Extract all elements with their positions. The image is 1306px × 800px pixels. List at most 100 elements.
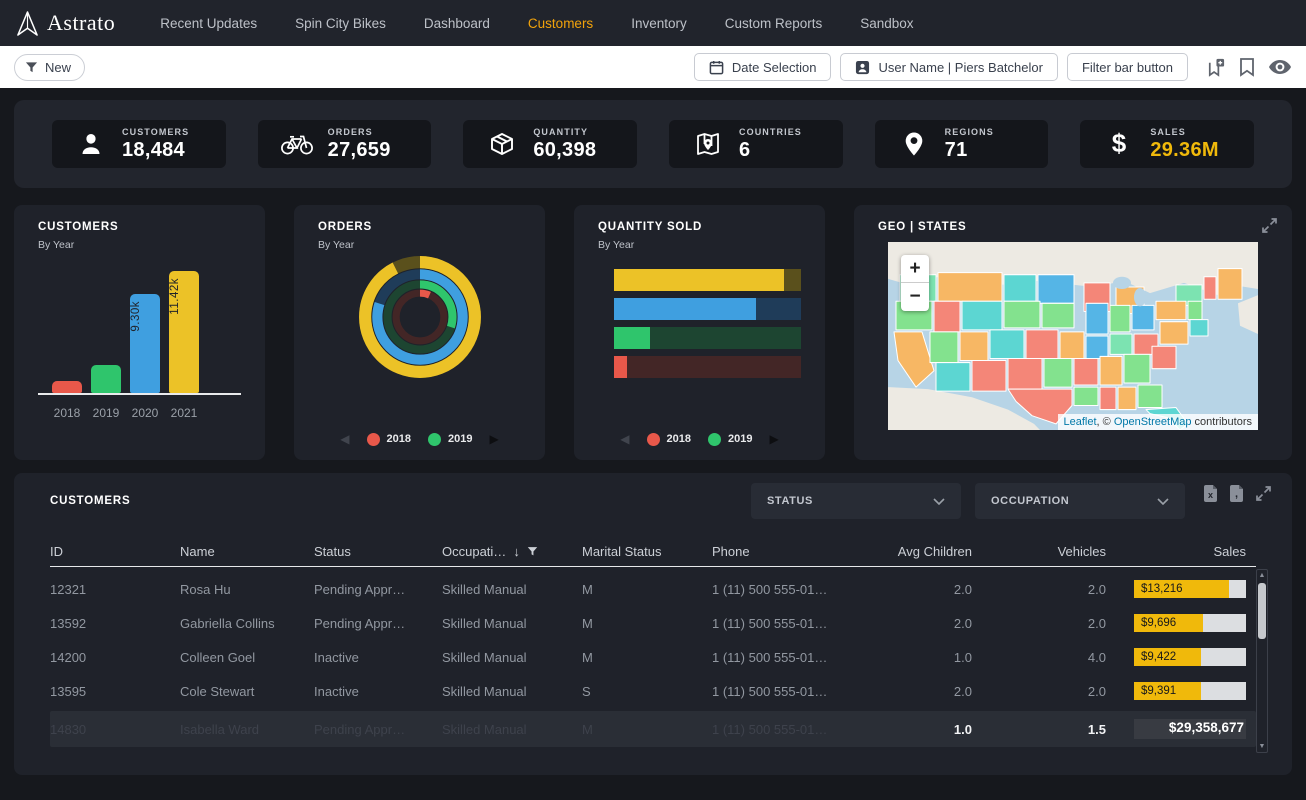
- x-tick-label: 2021: [169, 406, 199, 420]
- nav-item-spin-city-bikes[interactable]: Spin City Bikes: [276, 16, 405, 31]
- kpi-customers[interactable]: CUSTOMERS 18,484: [52, 120, 226, 168]
- col-header-id[interactable]: ID: [50, 544, 180, 559]
- table-totals-row: 14830 Isabella Ward Pending Appr… Skille…: [50, 711, 1256, 747]
- filter-label: STATUS: [767, 495, 813, 507]
- status-filter-dropdown[interactable]: STATUS: [751, 483, 961, 519]
- ghost-cell-occupation: Skilled Manual: [442, 722, 582, 737]
- eye-icon[interactable]: [1268, 58, 1292, 76]
- col-header-status[interactable]: Status: [314, 544, 442, 559]
- kpi-label: REGIONS: [945, 127, 994, 137]
- leaflet-map[interactable]: + − Leaflet, © OpenStreetMap contributor…: [888, 242, 1258, 430]
- legend-item-2018[interactable]: 2018: [647, 433, 691, 446]
- kpi-value: 27,659: [328, 139, 391, 162]
- nav-item-custom-reports[interactable]: Custom Reports: [706, 16, 842, 31]
- user-badge-icon: [855, 60, 870, 75]
- legend-next-icon[interactable]: ▶: [769, 432, 778, 446]
- legend-prev-icon[interactable]: ◀: [340, 432, 349, 446]
- cell-avg-children: 2.0: [880, 684, 982, 699]
- table-scrollbar[interactable]: ▲ ▼: [1256, 569, 1268, 753]
- customers-table: ID Name Status Occupati… ↓ Marital Statu…: [50, 537, 1256, 747]
- sort-desc-icon[interactable]: ↓: [513, 544, 520, 559]
- x-tick-label: 2018: [52, 406, 82, 420]
- bar-2020[interactable]: 9.30k: [130, 294, 160, 393]
- cell-marital: M: [582, 650, 712, 665]
- kpi-value: 71: [945, 139, 994, 162]
- cell-id: 13595: [50, 684, 180, 699]
- brand[interactable]: Astrato: [16, 10, 115, 37]
- nav-item-sandbox[interactable]: Sandbox: [841, 16, 932, 31]
- date-selection-button[interactable]: Date Selection: [694, 53, 832, 81]
- expand-icon[interactable]: [1261, 217, 1278, 234]
- osm-link[interactable]: OpenStreetMap: [1114, 416, 1192, 428]
- table-row[interactable]: 12321 Rosa Hu Pending Appr… Skilled Manu…: [50, 572, 1256, 606]
- kpi-sales[interactable]: $ SALES 29.36M: [1080, 120, 1254, 168]
- legend-prev-icon[interactable]: ◀: [620, 432, 629, 446]
- bar-2019[interactable]: [91, 365, 121, 393]
- legend-item-2019[interactable]: 2019: [708, 433, 752, 446]
- filter-funnel-icon[interactable]: [527, 546, 538, 557]
- chart-subtitle: By Year: [38, 239, 241, 251]
- col-header-phone[interactable]: Phone: [712, 544, 880, 559]
- hbar-2018[interactable]: [614, 356, 801, 378]
- quantity-bar-plot: [614, 269, 801, 378]
- scrollbar-thumb[interactable]: [1258, 583, 1266, 639]
- orders-donut[interactable]: [318, 253, 521, 381]
- col-header-sales[interactable]: Sales: [1116, 544, 1256, 559]
- legend-next-icon[interactable]: ▶: [489, 432, 498, 446]
- chart-title: ORDERS: [318, 221, 521, 233]
- table-row[interactable]: 14200 Colleen Goel Inactive Skilled Manu…: [50, 640, 1256, 674]
- expand-icon[interactable]: [1255, 485, 1272, 502]
- sales-bar: $9,696: [1134, 614, 1246, 632]
- col-header-marital-status[interactable]: Marital Status: [582, 544, 712, 559]
- customers-bar-plot: 9.30k 11.42k: [38, 265, 241, 395]
- legend-label: 2019: [448, 433, 472, 445]
- zoom-in-button[interactable]: +: [901, 255, 929, 283]
- nav-item-customers[interactable]: Customers: [509, 16, 612, 31]
- bookmark-icon[interactable]: [1238, 57, 1256, 77]
- table-row[interactable]: 13592 Gabriella Collins Pending Appr… Sk…: [50, 606, 1256, 640]
- kpi-countries[interactable]: COUNTRIES 6: [669, 120, 843, 168]
- table-row[interactable]: 13595 Cole Stewart Inactive Skilled Manu…: [50, 674, 1256, 708]
- new-filter-button[interactable]: New: [14, 54, 85, 81]
- nav-item-dashboard[interactable]: Dashboard: [405, 16, 509, 31]
- legend-dot-2018: [647, 433, 660, 446]
- col-header-occupation[interactable]: Occupati… ↓: [442, 544, 582, 559]
- col-header-vehicles[interactable]: Vehicles: [982, 544, 1116, 559]
- hbar-2020[interactable]: [614, 298, 801, 320]
- nav-item-recent-updates[interactable]: Recent Updates: [141, 16, 276, 31]
- filter-bar-button[interactable]: Filter bar button: [1067, 53, 1188, 81]
- bookmark-add-icon[interactable]: [1205, 57, 1226, 78]
- bar-2018[interactable]: [52, 381, 82, 393]
- col-header-avg-children[interactable]: Avg Children: [880, 544, 982, 559]
- nav-item-inventory[interactable]: Inventory: [612, 16, 706, 31]
- kpi-regions[interactable]: REGIONS 71: [875, 120, 1049, 168]
- scroll-up-icon[interactable]: ▲: [1257, 572, 1267, 579]
- sales-bar: $9,391: [1134, 682, 1246, 700]
- cell-sales: $9,696: [1116, 614, 1256, 632]
- brand-name: Astrato: [47, 10, 115, 36]
- col-header-name[interactable]: Name: [180, 544, 314, 559]
- export-xlsx-icon[interactable]: x: [1203, 485, 1218, 502]
- svg-text:$: $: [1112, 130, 1127, 158]
- export-csv-icon[interactable]: ,: [1229, 485, 1244, 502]
- kpi-value: 60,398: [533, 139, 596, 162]
- hbar-2019[interactable]: [614, 327, 801, 349]
- leaflet-link[interactable]: Leaflet: [1064, 416, 1097, 428]
- user-button[interactable]: User Name | Piers Batchelor: [840, 53, 1058, 81]
- occupation-filter-dropdown[interactable]: OCCUPATION: [975, 483, 1185, 519]
- map-icon: [691, 131, 725, 157]
- map-zoom-control: + −: [901, 255, 929, 311]
- legend-item-2018[interactable]: 2018: [367, 433, 411, 446]
- ghost-cell-id: 14830: [50, 722, 180, 737]
- cell-avg-children: 2.0: [880, 582, 982, 597]
- kpi-quantity[interactable]: QUANTITY 60,398: [463, 120, 637, 168]
- legend-item-2019[interactable]: 2019: [428, 433, 472, 446]
- kpi-orders[interactable]: ORDERS 27,659: [258, 120, 432, 168]
- scroll-down-icon[interactable]: ▼: [1257, 743, 1267, 750]
- cell-occupation: Skilled Manual: [442, 650, 582, 665]
- user-button-label: User Name | Piers Batchelor: [878, 60, 1043, 75]
- hbar-2021[interactable]: [614, 269, 801, 291]
- zoom-out-button[interactable]: −: [901, 283, 929, 311]
- bar-2021[interactable]: 11.42k: [169, 271, 199, 393]
- chevron-down-icon: [1157, 498, 1169, 505]
